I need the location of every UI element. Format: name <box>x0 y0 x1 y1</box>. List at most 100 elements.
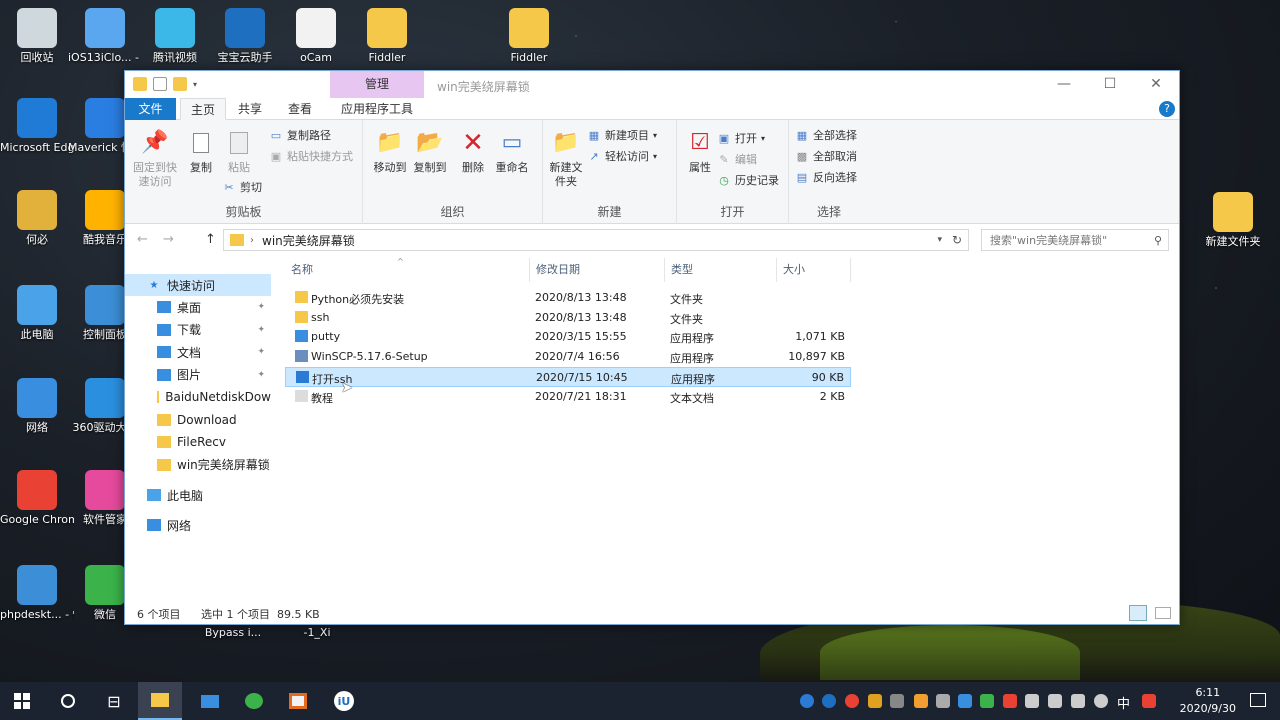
action-center-icon[interactable] <box>1250 693 1266 707</box>
paste-button[interactable]: 粘贴 <box>218 128 260 175</box>
copy-button[interactable]: 复制 <box>180 128 222 175</box>
tab-file[interactable]: 文件 <box>125 98 176 120</box>
desktop-icon[interactable]: Microsoft Edge <box>0 98 74 155</box>
tab-app-tools[interactable]: 应用程序工具 <box>331 98 423 120</box>
tray-app-icon[interactable] <box>822 694 836 708</box>
tray-app-icon[interactable] <box>1142 694 1156 708</box>
cut-button[interactable]: ✂ 剪切 <box>222 178 262 198</box>
taskbar-mail[interactable] <box>188 682 232 720</box>
desktop-icon[interactable]: 此电脑 <box>0 285 74 342</box>
sidebar-item[interactable]: Download <box>125 409 271 431</box>
ime-indicator[interactable]: 中 <box>1117 693 1130 712</box>
tray-app-icon[interactable] <box>868 694 882 708</box>
copy-path-button[interactable]: ▭ 复制路径 <box>269 126 331 146</box>
desktop-icon[interactable]: phpdeskt... - 快捷方式 <box>0 565 74 622</box>
bluetooth-icon[interactable] <box>958 694 972 708</box>
large-icons-view-icon[interactable] <box>1155 607 1171 619</box>
table-row[interactable]: 打开ssh 2020/7/15 10:45 应用程序 90 KB <box>285 366 851 387</box>
desktop-icon[interactable]: iOS13iClo... - 快捷方式 <box>68 8 142 65</box>
column-header-name[interactable]: 名称 ^ <box>285 257 530 282</box>
up-button[interactable]: ↑ <box>205 232 216 247</box>
desktop-icon[interactable]: 网络 <box>0 378 74 435</box>
sidebar-item-this-pc[interactable]: 此电脑 <box>125 484 271 506</box>
desktop-icon[interactable]: 新建文件夹 <box>1196 192 1270 249</box>
open-button[interactable]: ▣ 打开 ▾ <box>717 129 765 149</box>
taskbar-explorer[interactable] <box>138 682 182 720</box>
new-folder-button[interactable]: 📁 新建文件夹 <box>545 128 587 189</box>
taskbar-ocam[interactable] <box>276 682 320 720</box>
copy-to-button[interactable]: 📂 复制到 <box>409 128 451 175</box>
context-tab-manage[interactable]: 管理 <box>330 71 424 98</box>
taskbar-app[interactable]: iU <box>322 682 366 720</box>
tray-app-icon[interactable] <box>845 694 859 708</box>
properties-button[interactable]: ☑ 属性 <box>679 128 721 175</box>
sidebar-item[interactable]: BaiduNetdiskDow <box>125 386 271 408</box>
chevron-down-icon[interactable]: ▾ <box>193 80 201 89</box>
sidebar-item[interactable]: 图片 ✦ <box>125 364 271 386</box>
start-button[interactable] <box>0 682 44 720</box>
tab-view[interactable]: 查看 <box>278 98 322 120</box>
history-button[interactable]: ◷ 历史记录 <box>717 171 779 191</box>
desktop-icon[interactable]: oCam <box>279 8 353 65</box>
table-row[interactable]: Python必须先安装 2020/8/13 13:48 文件夹 <box>285 288 851 308</box>
close-button[interactable]: ✕ <box>1133 71 1179 98</box>
desktop-icon[interactable]: 腾讯视频 <box>138 8 212 65</box>
tray-app-icon[interactable] <box>980 694 994 708</box>
delete-button[interactable]: ✕ 删除 <box>453 128 493 175</box>
column-header-size[interactable]: 大小 <box>777 258 851 282</box>
sidebar-item-network[interactable]: 网络 <box>125 514 271 536</box>
desktop-partial-label[interactable]: -1_Xi <box>282 626 352 640</box>
new-item-button[interactable]: ▦ 新建项目 ▾ <box>587 126 657 146</box>
edit-button[interactable]: ✎ 编辑 <box>717 150 757 170</box>
desktop-partial-label[interactable]: Bypass i... <box>196 626 270 640</box>
sidebar-item[interactable]: FileRecv <box>125 431 271 453</box>
properties-icon[interactable] <box>153 77 167 91</box>
help-icon[interactable]: ? <box>1159 101 1175 117</box>
taskbar-wechat[interactable] <box>232 682 276 720</box>
move-to-button[interactable]: 📁 移动到 <box>369 128 411 175</box>
sidebar-item[interactable]: win完美绕屏幕锁 <box>125 454 271 476</box>
clock[interactable]: 6:11 2020/9/30 <box>1180 685 1236 717</box>
volume-icon[interactable] <box>1071 694 1085 708</box>
pin-quick-access-button[interactable]: 📌 固定到快速访问 <box>130 128 180 189</box>
search-input[interactable]: 搜索"win完美绕屏幕锁" ⚲ <box>981 229 1169 251</box>
invert-selection-button[interactable]: ▤ 反向选择 <box>795 168 857 188</box>
tray-app-icon[interactable] <box>890 694 904 708</box>
breadcrumb[interactable]: win完美绕屏幕锁 <box>262 232 355 249</box>
tab-home[interactable]: 主页 <box>180 98 227 120</box>
select-all-button[interactable]: ▦ 全部选择 <box>795 126 857 146</box>
tray-app-icon[interactable] <box>914 694 928 708</box>
sidebar-item[interactable]: 桌面 ✦ <box>125 296 271 318</box>
tab-share[interactable]: 共享 <box>228 98 272 120</box>
table-row[interactable]: 教程 2020/7/21 18:31 文本文档 2 KB <box>285 387 851 407</box>
task-view-button[interactable]: ⊟ <box>92 682 136 720</box>
sidebar-item[interactable]: 文档 ✦ <box>125 341 271 363</box>
column-header-type[interactable]: 类型 <box>665 258 777 282</box>
desktop-icon[interactable]: Google Chrome <box>0 470 74 527</box>
microphone-icon[interactable] <box>1094 694 1108 708</box>
select-none-button[interactable]: ▩ 全部取消 <box>795 147 857 167</box>
tray-app-icon[interactable] <box>1003 694 1017 708</box>
chevron-down-icon[interactable]: ▾ <box>937 235 942 245</box>
wifi-icon[interactable] <box>1048 694 1062 708</box>
easy-access-button[interactable]: ↗ 轻松访问 ▾ <box>587 147 657 167</box>
details-view-icon[interactable] <box>1129 605 1147 621</box>
back-button[interactable]: ← <box>137 232 148 247</box>
desktop-icon[interactable]: 宝宝云助手 <box>208 8 282 65</box>
minimize-button[interactable]: — <box>1041 71 1087 98</box>
desktop-icon[interactable]: Fiddler <box>350 8 424 65</box>
search-button[interactable] <box>46 682 90 720</box>
rename-button[interactable]: ▭ 重命名 <box>491 128 533 175</box>
desktop-icon[interactable]: 回收站 <box>0 8 74 65</box>
forward-button[interactable]: → <box>163 232 174 247</box>
network-tray-icon[interactable] <box>1025 694 1039 708</box>
tray-app-icon[interactable] <box>936 694 950 708</box>
table-row[interactable]: ssh 2020/8/13 13:48 文件夹 <box>285 308 851 328</box>
desktop-icon[interactable]: Fiddler <box>492 8 566 65</box>
new-folder-icon[interactable] <box>173 77 187 91</box>
desktop-icon[interactable]: 何必 <box>0 190 74 247</box>
address-bar[interactable]: › win完美绕屏幕锁 ▾ ↻ <box>223 229 969 251</box>
refresh-icon[interactable]: ↻ <box>952 233 962 247</box>
sidebar-item[interactable]: 下载 ✦ <box>125 319 271 341</box>
column-header-date[interactable]: 修改日期 <box>530 258 665 282</box>
